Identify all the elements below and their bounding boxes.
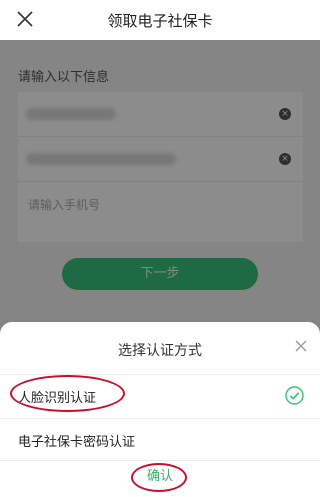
- option-label: 人脸识别认证: [18, 391, 97, 406]
- top-bar: 领取电子社保卡: [0, 0, 320, 40]
- sheet-title: 选择认证方式: [118, 343, 202, 359]
- option-face-recognition[interactable]: 人脸识别认证: [0, 374, 320, 418]
- check-circle-icon: [285, 386, 304, 405]
- option-card-password[interactable]: 电子社保卡密码认证: [0, 418, 320, 462]
- page-title: 领取电子社保卡: [107, 12, 213, 30]
- confirm-button[interactable]: 确认: [130, 465, 190, 489]
- auth-method-sheet: 选择认证方式 人脸识别认证 电子社保卡密码认证 确认: [0, 322, 320, 497]
- option-label: 电子社保卡密码认证: [18, 435, 136, 450]
- divider: [0, 460, 320, 461]
- close-icon[interactable]: [294, 339, 308, 353]
